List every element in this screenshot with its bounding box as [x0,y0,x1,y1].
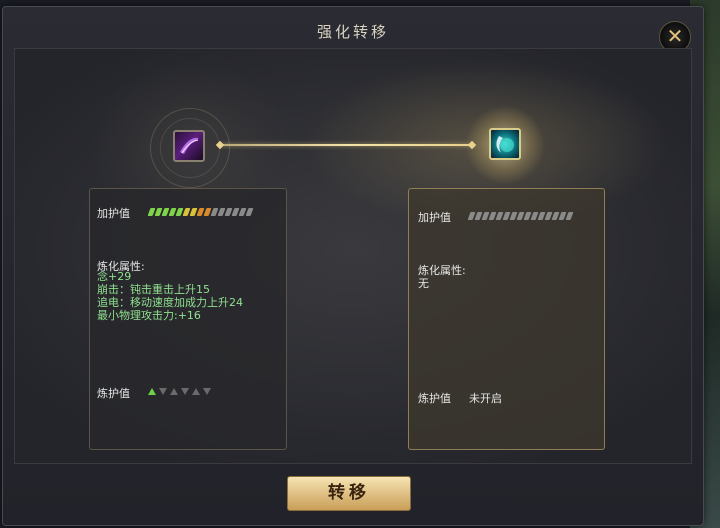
source-protect-pips [147,208,254,216]
target-protect-label: 加护值 [418,211,451,224]
source-refine-line-3: 追电：移动速度加成力上升24 [97,296,243,309]
forge-indicator [159,388,167,395]
source-protect-label: 加护值 [97,207,130,220]
target-info-card [408,188,605,450]
target-refine-value: 无 [418,277,429,290]
forge-indicator [203,388,211,395]
transfer-link-line [220,144,472,146]
forge-indicator [148,388,156,395]
cyan-crescent-icon [496,136,514,153]
transfer-button[interactable]: 转移 [287,476,411,511]
source-forge-label: 炼护值 [97,387,130,400]
forge-indicator [170,388,178,395]
target-forge-value: 未开启 [469,392,502,405]
forge-indicator [181,388,189,395]
target-item-slot[interactable] [489,128,521,160]
forge-indicator [192,388,200,395]
purple-blade-icon [180,137,199,154]
source-forge-indicators [148,388,211,395]
source-refine-line-2: 崩击：钝击重击上升15 [97,283,210,296]
dialog-title: 强化转移 [316,23,389,41]
target-forge-label: 炼护值 [418,392,451,405]
source-refine-line-4: 最小物理攻击力:+16 [97,309,201,322]
target-protect-pips [467,212,574,220]
source-refine-line-1: 念+29 [97,270,132,283]
source-item-slot[interactable] [173,130,205,162]
